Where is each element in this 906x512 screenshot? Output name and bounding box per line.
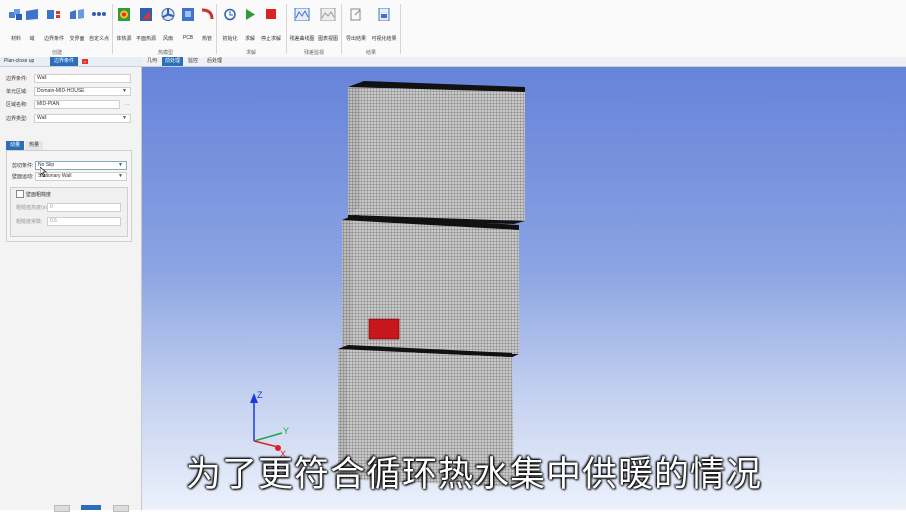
left-panel-tabs: Plan-close up 边界条件 × <box>0 57 142 67</box>
boundary-condition-label: 边界条件: <box>6 76 28 82</box>
tab-postprocessing[interactable]: 后处理 <box>204 57 225 66</box>
ribbon-toolbar: 材料 域 边界条件 交界面 自定义点 创建 体热源 平面热源 风扇 PCB 热管… <box>0 0 906 58</box>
volume-heat-icon <box>118 8 130 21</box>
mouse-cursor-icon <box>40 167 47 177</box>
group-label-thermal-model: 热模型 <box>158 50 174 56</box>
region-browse-button[interactable]: ... <box>125 101 129 107</box>
roughness-constant-label: 粗糙度常数: <box>16 219 43 225</box>
group-divider <box>286 4 287 54</box>
roughness-height-input[interactable]: 0 <box>47 203 121 212</box>
boundary-region-highlight[interactable] <box>368 318 400 340</box>
region-name-input[interactable]: MID-PIAN <box>34 100 120 109</box>
wall-motion-select[interactable]: Stationary Wall ▼ <box>35 172 127 181</box>
chevron-down-icon: ▼ <box>122 88 127 94</box>
boundary-condition-input[interactable]: Wall <box>34 74 131 83</box>
middle-block-face <box>342 220 519 354</box>
panel-button[interactable] <box>54 505 70 512</box>
middle-block-side <box>342 217 352 351</box>
tab-monitor[interactable]: 监控 <box>185 57 201 66</box>
mesh-model[interactable]: Z Y X <box>142 67 906 510</box>
cell-zone-value: Domain-MID-HOUSE <box>37 88 85 94</box>
visualize-results-button[interactable]: 可视化结果 <box>370 7 398 42</box>
3d-viewport[interactable]: Z Y X <box>142 67 906 510</box>
heat-pipe-icon <box>201 8 214 20</box>
interface-icon <box>70 9 84 19</box>
z-axis-label: Z <box>257 390 263 400</box>
more-dots-icon <box>92 12 106 16</box>
residual-chart-icon <box>294 7 310 22</box>
roughness-group: 壁面粗糙度 粗糙度高度(m): 0 粗糙度常数: 0.5 <box>10 187 128 237</box>
shear-condition-label: 剪切条件: <box>12 163 34 169</box>
cell-zone-select[interactable]: Domain-MID-HOUSE ▼ <box>34 87 131 96</box>
residual-chart-button[interactable]: 残差曲线图 <box>288 7 316 42</box>
planar-heat-icon <box>140 8 152 21</box>
tab-plan-close-up[interactable]: Plan-close up <box>0 57 38 66</box>
tab-close-icon[interactable]: × <box>82 59 88 64</box>
viewport-tabs: 几何 前处理 监控 后处理 <box>142 57 906 67</box>
tab-boundary-condition-label: 边界条件 <box>54 58 75 64</box>
tab-thermal[interactable]: 热量 <box>25 141 44 150</box>
visualize-icon <box>378 7 390 22</box>
roughness-checkbox-label: 壁面粗糙度 <box>26 192 52 198</box>
boundary-condition-icon <box>47 10 60 19</box>
shear-condition-select[interactable]: No Slip ▼ <box>35 161 127 170</box>
play-icon <box>246 9 255 20</box>
apply-button[interactable] <box>81 505 101 510</box>
boundary-condition-panel: 边界条件: Wall 单元区域: Domain-MID-HOUSE ▼ 区域名称:… <box>0 67 142 512</box>
stop-icon <box>266 9 276 19</box>
tab-boundary-condition[interactable]: 边界条件 <box>50 57 79 66</box>
export-icon <box>350 8 361 21</box>
y-axis-label: Y <box>283 426 289 436</box>
chevron-down-icon: ▼ <box>118 173 123 179</box>
boundary-type-select[interactable]: Wall ▼ <box>34 114 131 123</box>
region-name-label: 区域名称: <box>6 102 28 108</box>
chart-view-button[interactable]: 图表视图 <box>314 7 342 42</box>
boundary-type-label: 边界类型: <box>6 116 28 122</box>
top-block-side <box>348 83 360 215</box>
group-divider <box>400 4 401 54</box>
roughness-checkbox[interactable] <box>16 190 24 198</box>
wall-motion-label: 壁面运动: <box>12 174 34 180</box>
tab-preprocessing[interactable]: 前处理 <box>162 57 184 66</box>
cell-zone-label: 单元区域: <box>6 89 28 95</box>
group-label-results: 结果 <box>366 50 377 56</box>
y-axis-line <box>253 432 283 442</box>
roughness-height-label: 粗糙度高度(m): <box>16 205 50 211</box>
group-label-solve: 求解 <box>246 50 257 56</box>
top-block-face <box>348 87 525 221</box>
video-subtitle: 为了更符合循环热水集中供暖的情况 <box>186 455 763 495</box>
group-label-create: 创建 <box>52 50 63 56</box>
export-results-button[interactable]: 导出结果 <box>342 8 370 42</box>
chart-view-icon <box>320 7 336 22</box>
momentum-settings-box: 剪切条件: No Slip ▼ 壁面运动: Stationary Wall ▼ 壁面… <box>6 150 132 242</box>
chevron-down-icon: ▼ <box>118 162 123 168</box>
panel-button[interactable] <box>113 505 129 512</box>
group-label-residual-monitor: 残差监视 <box>304 50 325 56</box>
custom-point-button[interactable]: 自定义点 <box>85 8 113 42</box>
boundary-type-value: Wall <box>37 115 47 121</box>
domain-icon <box>26 9 38 20</box>
tab-momentum[interactable]: 动量 <box>6 141 25 150</box>
chevron-down-icon: ▼ <box>122 115 127 121</box>
stop-solve-button[interactable]: 停止求解 <box>257 8 285 42</box>
roughness-constant-input[interactable]: 0.5 <box>47 217 121 226</box>
tab-geometry[interactable]: 几何 <box>144 57 160 66</box>
